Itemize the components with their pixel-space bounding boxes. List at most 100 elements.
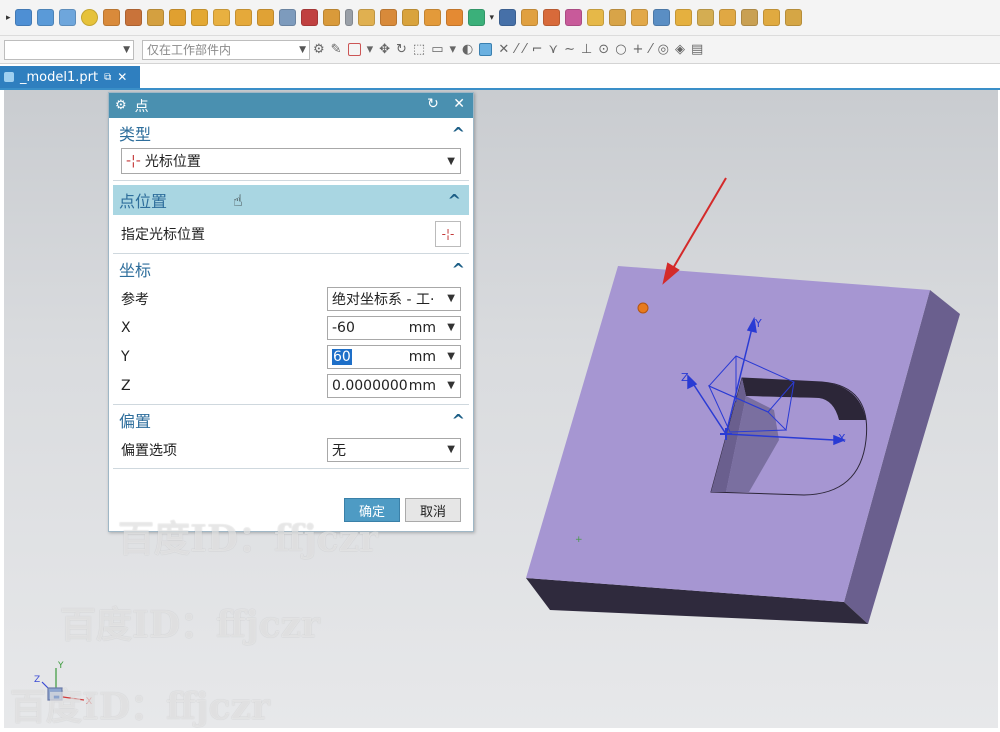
toggle-icon[interactable]: ▤ (691, 42, 703, 57)
snap-icon[interactable]: ✎ (331, 42, 342, 57)
cube-icon[interactable] (674, 9, 692, 26)
sphere-icon[interactable] (81, 9, 99, 26)
reference-select[interactable]: 绝对坐标系 - 工· ▼ (327, 286, 461, 311)
bars-icon[interactable] (498, 9, 516, 26)
center-icon[interactable]: ⊙ (598, 42, 609, 57)
gear-icon[interactable]: ⚙ (115, 98, 127, 113)
face-icon[interactable]: ◎ (658, 42, 669, 57)
cancel-button[interactable]: 取消 (405, 498, 461, 522)
annotation-arrow (662, 177, 727, 285)
cube-icon[interactable] (652, 9, 670, 26)
cube-icon[interactable] (762, 9, 780, 26)
section-type-header[interactable]: 类型 ^ (109, 118, 473, 148)
cylinder-icon[interactable] (279, 9, 297, 26)
close-icon[interactable]: ✕ (453, 96, 465, 112)
selection-toolbar: ▼ 仅在工作部件内 ▼ ⚙ ✎ ▾ ✥ ↻ ⬚ ▭ ▾ ◐ ✕ ⁄ ⁄ ⌐ ⋎ … (0, 36, 1000, 64)
x-row: X -60 mm ▼ (109, 313, 473, 342)
section-offset-header[interactable]: 偏置 ^ (109, 405, 473, 435)
cube-icon[interactable] (235, 9, 253, 26)
hand-cursor-icon: ☝ (233, 190, 243, 210)
offset-option-value: 无 (332, 442, 346, 459)
type-select[interactable]: -¦- 光标位置 ▼ (121, 148, 461, 174)
chevron-down-icon[interactable]: ▼ (447, 322, 455, 333)
flag-icon[interactable] (564, 9, 582, 26)
divider (113, 468, 469, 469)
filter-icon[interactable]: ⚙ (313, 42, 325, 57)
chevron-up-icon[interactable]: ^ (452, 124, 465, 143)
shaded-view-icon[interactable] (479, 43, 493, 56)
arc-icon[interactable]: ◈ (675, 42, 685, 57)
inxs-icon[interactable] (147, 9, 165, 26)
cube-icon[interactable] (784, 9, 802, 26)
pin-icon[interactable] (468, 9, 486, 26)
wave-icon[interactable]: ∼ (564, 42, 575, 57)
chevron-up-icon[interactable]: ^ (448, 191, 461, 210)
cone-icon[interactable] (59, 9, 77, 26)
scope-filter-combo[interactable]: 仅在工作部件内 ▼ (142, 39, 310, 60)
puzzle-icon[interactable] (446, 9, 464, 26)
stairs-icon[interactable] (380, 9, 398, 26)
line-icon[interactable]: ⁄ (649, 42, 651, 57)
book-icon[interactable] (103, 9, 121, 26)
shield-icon[interactable] (125, 9, 143, 26)
z-unit: mm (406, 377, 436, 394)
reference-label: 参考 (121, 291, 149, 308)
curve-icon[interactable]: ⌐ (532, 42, 543, 57)
cube-icon[interactable] (608, 9, 626, 26)
control-point-icon[interactable]: ⋎ (549, 42, 559, 57)
cube-icon[interactable] (718, 9, 736, 26)
cube-icon[interactable] (696, 9, 714, 26)
arrow-icon[interactable] (542, 9, 560, 26)
chevron-down-icon[interactable]: ▼ (447, 351, 455, 362)
chevron-down-icon[interactable]: ▾ (450, 42, 457, 57)
cube-icon[interactable] (213, 9, 231, 26)
view-icon[interactable]: ◐ (462, 42, 473, 57)
tab-model1[interactable]: _model1.prt ⧉ ✕ (0, 66, 140, 88)
cube-icon[interactable] (323, 9, 341, 26)
x-input[interactable]: -60 mm ▼ (327, 315, 461, 340)
dropdown-icon[interactable]: ▾ (490, 13, 495, 23)
quadrant-icon[interactable]: ○ (615, 42, 626, 57)
lasso-icon[interactable]: ⬚ (413, 42, 425, 57)
intersection-icon[interactable]: ⊥ (581, 42, 592, 57)
z-input[interactable]: 0.0000000 mm ▼ (327, 373, 461, 398)
type-filter-combo[interactable]: ▼ (4, 39, 134, 60)
chevron-up-icon[interactable]: ^ (452, 411, 465, 430)
y-input[interactable]: 60 mm ▼ (327, 344, 461, 369)
existing-point-icon[interactable]: + (633, 42, 644, 57)
cube-icon[interactable] (740, 9, 758, 26)
reset-icon[interactable]: ↻ (427, 96, 439, 112)
offset-option-select[interactable]: 无 ▼ (327, 437, 461, 462)
point-picker-button[interactable]: -¦- (435, 221, 461, 247)
chevron-down-icon: ▼ (447, 293, 455, 304)
block-icon[interactable] (15, 9, 33, 26)
dialog-title: 点 (134, 98, 149, 115)
chevron-down-icon[interactable]: ▼ (447, 380, 455, 391)
section-coordinates-header[interactable]: 坐标 ^ (109, 254, 473, 284)
disk-icon[interactable] (358, 9, 376, 26)
section-point-location-header[interactable]: 点位置 ☝ ^ (113, 185, 469, 215)
midpoint-icon[interactable]: ⁄ (523, 42, 525, 57)
chevron-down-icon[interactable]: ▾ (367, 42, 374, 57)
grid-icon[interactable] (424, 9, 442, 26)
cube-icon[interactable] (630, 9, 648, 26)
plate-icon[interactable] (586, 9, 604, 26)
rotate-icon[interactable]: ↻ (396, 42, 407, 57)
cube-icon[interactable] (169, 9, 187, 26)
box-icon[interactable] (520, 9, 538, 26)
move-icon[interactable]: ✥ (379, 42, 390, 57)
snap-point-icon[interactable]: ✕ (498, 42, 509, 57)
battery-icon[interactable] (345, 9, 354, 26)
close-icon[interactable]: ✕ (117, 70, 127, 84)
chevron-up-icon[interactable]: ^ (452, 260, 465, 279)
rectangle-select-icon[interactable]: ▭ (431, 42, 443, 57)
cylinder-icon[interactable] (37, 9, 55, 26)
layers-icon[interactable] (402, 9, 420, 26)
dialog-title-bar[interactable]: ⚙ 点 ↻ ✕ (109, 93, 473, 118)
cube-icon[interactable] (191, 9, 209, 26)
select-icon[interactable] (347, 43, 361, 56)
cube-icon[interactable] (257, 9, 275, 26)
endpoint-icon[interactable]: ⁄ (515, 42, 517, 57)
cube-icon[interactable] (301, 9, 319, 26)
toolbar-overflow-icon[interactable]: ▸ (6, 13, 11, 23)
